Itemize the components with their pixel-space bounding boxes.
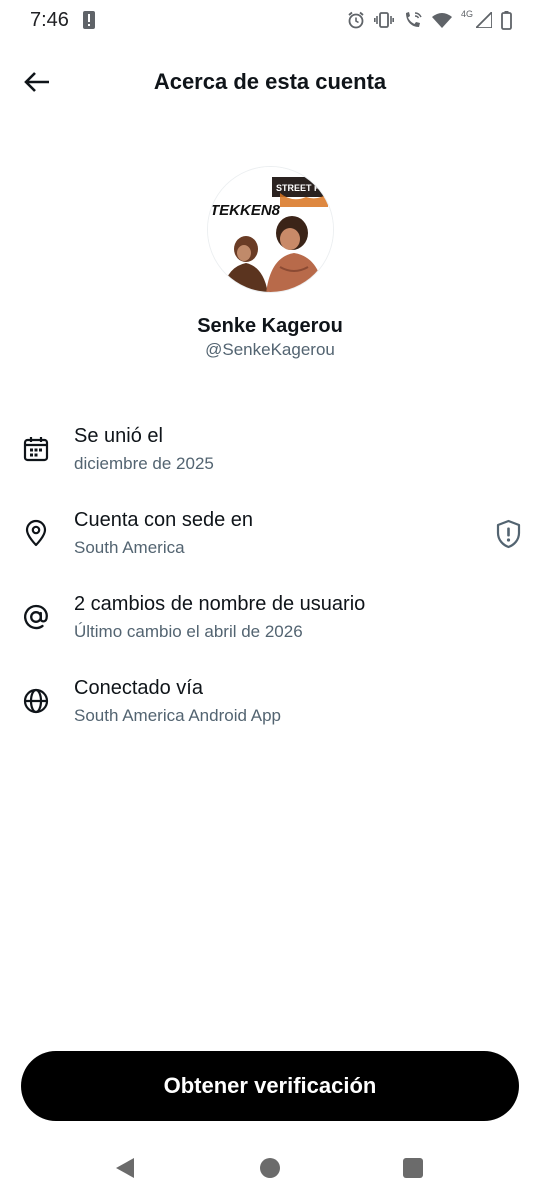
- top-app-bar: Acerca de esta cuenta: [0, 56, 540, 108]
- detail-label: 2 cambios de nombre de usuario: [74, 593, 366, 615]
- alert-icon: [83, 11, 95, 34]
- alarm-icon: [347, 11, 365, 29]
- wifi-calling-icon: [403, 11, 423, 29]
- detail-value: South America Android App: [74, 706, 281, 725]
- globe-icon: [23, 688, 49, 714]
- location-pin-icon: [25, 519, 47, 547]
- battery-icon: [501, 10, 512, 30]
- detail-row-joined: Se unió el diciembre de 2025: [0, 425, 540, 495]
- network-type-label: 4G: [460, 9, 473, 19]
- detail-value: diciembre de 2025: [74, 454, 214, 473]
- detail-row-username-changes: 2 cambios de nombre de usuario Último ca…: [0, 593, 540, 663]
- profile-name: Senke Kagerou: [197, 315, 343, 337]
- status-time: 7:46: [30, 9, 69, 31]
- avatar-image: STREET FIGH TEKKEN8: [208, 167, 334, 292]
- vibrate-icon: [373, 11, 394, 29]
- status-icons: 4G: [347, 9, 512, 31]
- get-verified-button[interactable]: Obtener verificación: [21, 1051, 519, 1121]
- detail-row-location: Cuenta con sede en South America: [0, 509, 540, 579]
- detail-label: Se unió el: [74, 425, 163, 447]
- avatar-tekken-text: TEKKEN8: [210, 202, 281, 219]
- detail-label: Conectado vía: [74, 677, 203, 699]
- avatar-streetfighter-text: STREET FIGH: [276, 183, 334, 193]
- profile-handle: @SenkeKagerou: [205, 340, 335, 359]
- nav-home-icon[interactable]: [260, 1158, 280, 1178]
- nav-recents-icon[interactable]: [403, 1158, 423, 1178]
- nav-back-icon[interactable]: [114, 1157, 136, 1179]
- page-title: Acerca de esta cuenta: [153, 69, 387, 94]
- status-bar: 7:46 4G: [0, 0, 540, 42]
- detail-value: Último cambio el abril de 2026: [74, 622, 303, 641]
- signal-icon: [476, 12, 492, 28]
- detail-row-connected-via: Conectado vía South America Android App: [0, 677, 540, 747]
- detail-value: South America: [74, 538, 185, 557]
- detail-label: Cuenta con sede en: [74, 509, 254, 531]
- system-nav-bar: [0, 1140, 540, 1200]
- calendar-icon: [23, 437, 49, 462]
- shield-alert-icon[interactable]: [495, 519, 522, 549]
- wifi-icon: [431, 12, 452, 28]
- avatar[interactable]: STREET FIGH TEKKEN8: [207, 166, 334, 293]
- at-sign-icon: [24, 604, 48, 630]
